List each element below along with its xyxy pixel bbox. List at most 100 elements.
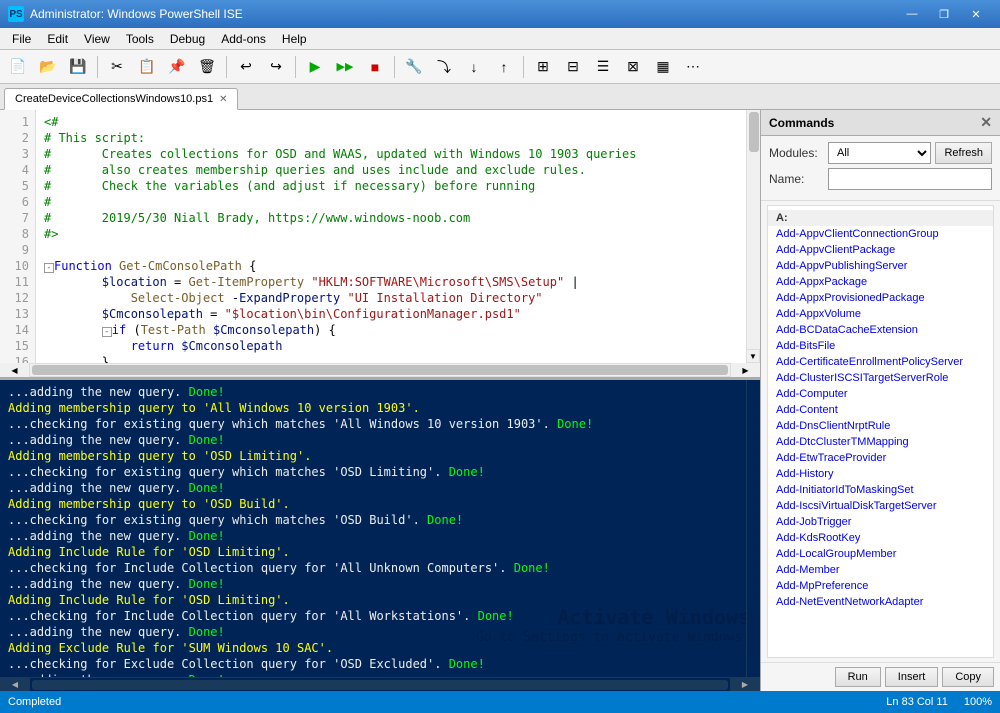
ln9: 9 [0, 242, 29, 258]
cmd-add-neteventnetworkadapter[interactable]: Add-NetEventNetworkAdapter [768, 594, 993, 610]
run-command-button[interactable]: Run [835, 667, 881, 687]
layout1-button[interactable]: ⊞ [529, 53, 557, 81]
statusbar: Completed Ln 83 Col 11 100% [0, 691, 1000, 713]
minimize-button[interactable]: — [896, 0, 928, 28]
layout3-button[interactable]: ☰ [589, 53, 617, 81]
cut-button[interactable]: ✂ [103, 53, 131, 81]
paste-button[interactable]: 📌 [163, 53, 191, 81]
console-line-8: Adding membership query to 'OSD Build'. [8, 496, 752, 512]
layout5-button[interactable]: ▦ [649, 53, 677, 81]
console-line-6: ...checking for existing query which mat… [8, 464, 752, 480]
cmd-add-appxprovisionedpackage[interactable]: Add-AppxProvisionedPackage [768, 290, 993, 306]
cmd-add-certificateenrollmentpolicyserver[interactable]: Add-CertificateEnrollmentPolicyServer [768, 354, 993, 370]
cmd-add-jobtrigger[interactable]: Add-JobTrigger [768, 514, 993, 530]
layout2-button[interactable]: ⊟ [559, 53, 587, 81]
cmd-add-member[interactable]: Add-Member [768, 562, 993, 578]
console-line-2: Adding membership query to 'All Windows … [8, 400, 752, 416]
new-button[interactable]: 📄 [4, 53, 32, 81]
run-button[interactable]: ▶ [301, 53, 329, 81]
cmd-add-content[interactable]: Add-Content [768, 402, 993, 418]
menu-edit[interactable]: Edit [39, 30, 76, 48]
hscroll-right[interactable]: ▶ [730, 363, 760, 377]
cmd-add-initiatorid[interactable]: Add-InitiatorIdToMaskingSet [768, 482, 993, 498]
insert-command-button[interactable]: Insert [885, 667, 939, 687]
console-hscroll[interactable]: ◀ ▶ [0, 677, 760, 691]
console-output[interactable]: ...adding the new query. Done! Adding me… [0, 380, 760, 677]
code-line-11: $location = Get-ItemProperty "HKLM:SOFTW… [44, 274, 738, 290]
cmd-add-iscsivirtualdisk[interactable]: Add-IscsiVirtualDiskTargetServer [768, 498, 993, 514]
redo-button[interactable]: ↪ [262, 53, 290, 81]
cmd-add-appvclientconnectiongroup[interactable]: Add-AppvClientConnectionGroup [768, 226, 993, 242]
cmd-add-dtccluster[interactable]: Add-DtcClusterTMMapping [768, 434, 993, 450]
ln1: 1 [0, 114, 29, 130]
titlebar: PS Administrator: Windows PowerShell ISE… [0, 0, 1000, 28]
commands-list[interactable]: A: Add-AppvClientConnectionGroup Add-App… [767, 205, 994, 658]
cmd-add-bcdatacacheextension[interactable]: Add-BCDataCacheExtension [768, 322, 993, 338]
cmd-add-appvpublishingserver[interactable]: Add-AppvPublishingServer [768, 258, 993, 274]
scroll-down-arrow[interactable]: ▼ [746, 349, 760, 363]
refresh-button[interactable]: Refresh [935, 142, 992, 164]
cmd-add-etwtraceprovider[interactable]: Add-EtwTraceProvider [768, 450, 993, 466]
menu-tools[interactable]: Tools [118, 30, 162, 48]
code-line-14: -if (Test-Path $Cmconsolepath) { [44, 322, 738, 338]
cmd-add-history[interactable]: Add-History [768, 466, 993, 482]
cmd-add-clusteriscsitargetserverrole[interactable]: Add-ClusterISCSITargetServerRole [768, 370, 993, 386]
line-numbers: 1 2 3 4 5 6 7 8 9 10 11 12 13 14 15 16 1… [0, 110, 36, 363]
step-into-button[interactable]: ↓ [460, 53, 488, 81]
step-over-button[interactable]: ⤵ [430, 53, 458, 81]
tab-close-icon[interactable]: ✕ [219, 94, 227, 105]
cmd-add-appxpackage[interactable]: Add-AppxPackage [768, 274, 993, 290]
cmd-add-kdsrootkey[interactable]: Add-KdsRootKey [768, 530, 993, 546]
main-area: 1 2 3 4 5 6 7 8 9 10 11 12 13 14 15 16 1… [0, 110, 1000, 691]
save-button[interactable]: 💾 [64, 53, 92, 81]
tabbar: CreateDeviceCollectionsWindows10.ps1 ✕ [0, 84, 1000, 110]
layout6-button[interactable]: ⋯ [679, 53, 707, 81]
copy-button[interactable]: 📋 [133, 53, 161, 81]
cmd-add-mppreference[interactable]: Add-MpPreference [768, 578, 993, 594]
hscroll-left[interactable]: ◀ [0, 363, 30, 377]
clear-button[interactable]: 🗑 [193, 53, 221, 81]
cmd-add-dnsclientnrptrule[interactable]: Add-DnsClientNrptRule [768, 418, 993, 434]
undo-button[interactable]: ↩ [232, 53, 260, 81]
code-line-2: # This script: [44, 130, 738, 146]
console-hscroll-right[interactable]: ▶ [730, 678, 760, 692]
copy-command-button[interactable]: Copy [942, 667, 994, 687]
debug-button[interactable]: 🔧 [400, 53, 428, 81]
hscroll-thumb [32, 365, 728, 375]
commands-panel-close[interactable]: ✕ [980, 114, 992, 131]
commands-footer: Run Insert Copy [761, 662, 1000, 691]
console-hscroll-thumb [32, 680, 728, 690]
open-button[interactable]: 📂 [34, 53, 62, 81]
menu-addons[interactable]: Add-ons [213, 30, 274, 48]
ln14: 14 [0, 322, 29, 338]
maximize-button[interactable]: ❐ [928, 0, 960, 28]
ln12: 12 [0, 290, 29, 306]
cmd-add-appvclientpackage[interactable]: Add-AppvClientPackage [768, 242, 993, 258]
tab-script[interactable]: CreateDeviceCollectionsWindows10.ps1 ✕ [4, 88, 238, 110]
close-button[interactable]: ✕ [960, 0, 992, 28]
sep4 [394, 56, 395, 78]
cmd-add-appxvolume[interactable]: Add-AppxVolume [768, 306, 993, 322]
name-input[interactable] [828, 168, 992, 190]
menu-view[interactable]: View [76, 30, 118, 48]
name-row: Name: [769, 168, 992, 190]
step-out-button[interactable]: ↑ [490, 53, 518, 81]
console-scrollbar[interactable] [746, 380, 760, 677]
cmd-add-computer[interactable]: Add-Computer [768, 386, 993, 402]
editor-scrollbar[interactable]: ▼ [746, 110, 760, 363]
menu-file[interactable]: File [4, 30, 39, 48]
console-hscroll-left[interactable]: ◀ [0, 678, 30, 692]
code-area[interactable]: <# # This script: # Creates collections … [36, 110, 746, 363]
stop-button[interactable]: ■ [361, 53, 389, 81]
fold-14[interactable]: - [102, 327, 112, 337]
cmd-add-bitsfile[interactable]: Add-BitsFile [768, 338, 993, 354]
menu-help[interactable]: Help [274, 30, 315, 48]
run-selection-button[interactable]: ▶▶ [331, 53, 359, 81]
fold-10[interactable]: - [44, 263, 54, 273]
menu-debug[interactable]: Debug [162, 30, 213, 48]
modules-select[interactable]: All [828, 142, 931, 164]
editor-hscroll[interactable]: ◀ ▶ [0, 363, 760, 377]
layout4-button[interactable]: ⊠ [619, 53, 647, 81]
cmd-add-localgroupmember[interactable]: Add-LocalGroupMember [768, 546, 993, 562]
console-line-17: Adding Exclude Rule for 'SUM Windows 10 … [8, 640, 752, 656]
